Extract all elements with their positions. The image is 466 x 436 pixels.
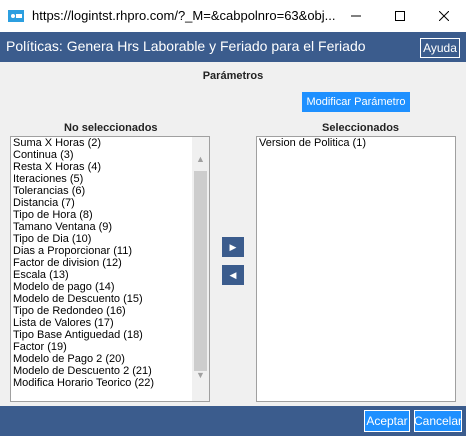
- window-title: https://logintst.rhpro.com/?_M=&cabpolnr…: [32, 8, 336, 23]
- list-item[interactable]: Tipo Base Antiguedad (18): [11, 329, 209, 341]
- list-item[interactable]: Escala (13): [11, 269, 209, 281]
- list-item[interactable]: Tolerancias (6): [11, 185, 209, 197]
- list-item[interactable]: Tipo de Hora (8): [11, 209, 209, 221]
- dialog-footer: Aceptar Cancelar: [0, 406, 466, 436]
- close-button[interactable]: [422, 0, 466, 32]
- unselected-listbox[interactable]: Suma X Horas (2) Continua (3) Resta X Hora…: [10, 136, 210, 402]
- maximize-icon: [395, 11, 405, 21]
- list-item[interactable]: Lista de Valores (17): [11, 317, 209, 329]
- dialog-header: Políticas: Genera Hrs Laborable y Feriad…: [0, 32, 466, 62]
- list-item[interactable]: Dias a Proporcionar (11): [11, 245, 209, 257]
- list-item[interactable]: Version de Politica (1): [257, 137, 455, 149]
- list-item[interactable]: Suma X Horas (2): [11, 137, 209, 149]
- unselected-list: Suma X Horas (2) Continua (3) Resta X Hora…: [11, 137, 209, 389]
- triangle-right-icon: ▶: [229, 241, 237, 252]
- list-item[interactable]: Tamano Ventana (9): [11, 221, 209, 233]
- window-titlebar: https://logintst.rhpro.com/?_M=&cabpolnr…: [0, 0, 466, 32]
- scroll-down-icon[interactable]: ▼: [196, 371, 205, 380]
- move-left-button[interactable]: ◀: [222, 265, 244, 285]
- maximize-button[interactable]: [378, 0, 422, 32]
- list-item[interactable]: Factor (19): [11, 341, 209, 353]
- list-item[interactable]: Distancia (7): [11, 197, 209, 209]
- list-item[interactable]: Modelo de Descuento 2 (21): [11, 365, 209, 377]
- list-item[interactable]: Tipo de Redondeo (16): [11, 305, 209, 317]
- modify-parameter-button[interactable]: Modificar Parámetro: [302, 92, 410, 112]
- list-item[interactable]: Iteraciones (5): [11, 173, 209, 185]
- cancel-button[interactable]: Cancelar: [414, 410, 462, 432]
- app-icon: [8, 10, 24, 22]
- selected-heading: Seleccionados: [322, 122, 400, 134]
- unselected-heading: No seleccionados: [64, 122, 158, 134]
- list-item[interactable]: Resta X Horas (4): [11, 161, 209, 173]
- params-label: Parámetros: [202, 70, 264, 82]
- list-item[interactable]: Tipo de Dia (10): [11, 233, 209, 245]
- triangle-left-icon: ◀: [229, 269, 237, 280]
- selected-listbox[interactable]: Version de Politica (1): [256, 136, 456, 402]
- unselected-scrollbar[interactable]: ▲ ▼: [192, 137, 209, 401]
- list-item[interactable]: Modelo de Descuento (15): [11, 293, 209, 305]
- minimize-icon: [351, 15, 361, 17]
- scroll-up-icon[interactable]: ▲: [196, 155, 205, 164]
- close-icon: [439, 11, 449, 21]
- dialog-title: Políticas: Genera Hrs Laborable y Feriad…: [6, 38, 366, 54]
- list-item[interactable]: Continua (3): [11, 149, 209, 161]
- minimize-button[interactable]: [334, 0, 378, 32]
- dialog-content: Parámetros Modificar Parámetro No selecc…: [0, 62, 466, 406]
- selected-list: Version de Politica (1): [257, 137, 455, 149]
- list-item[interactable]: Modifica Horario Teorico (22): [11, 377, 209, 389]
- move-right-button[interactable]: ▶: [222, 237, 244, 257]
- accept-button[interactable]: Aceptar: [364, 410, 410, 432]
- list-item[interactable]: Modelo de Pago 2 (20): [11, 353, 209, 365]
- help-button[interactable]: Ayuda: [420, 38, 460, 58]
- scroll-thumb[interactable]: [194, 171, 207, 371]
- list-item[interactable]: Factor de division (12): [11, 257, 209, 269]
- list-item[interactable]: Modelo de pago (14): [11, 281, 209, 293]
